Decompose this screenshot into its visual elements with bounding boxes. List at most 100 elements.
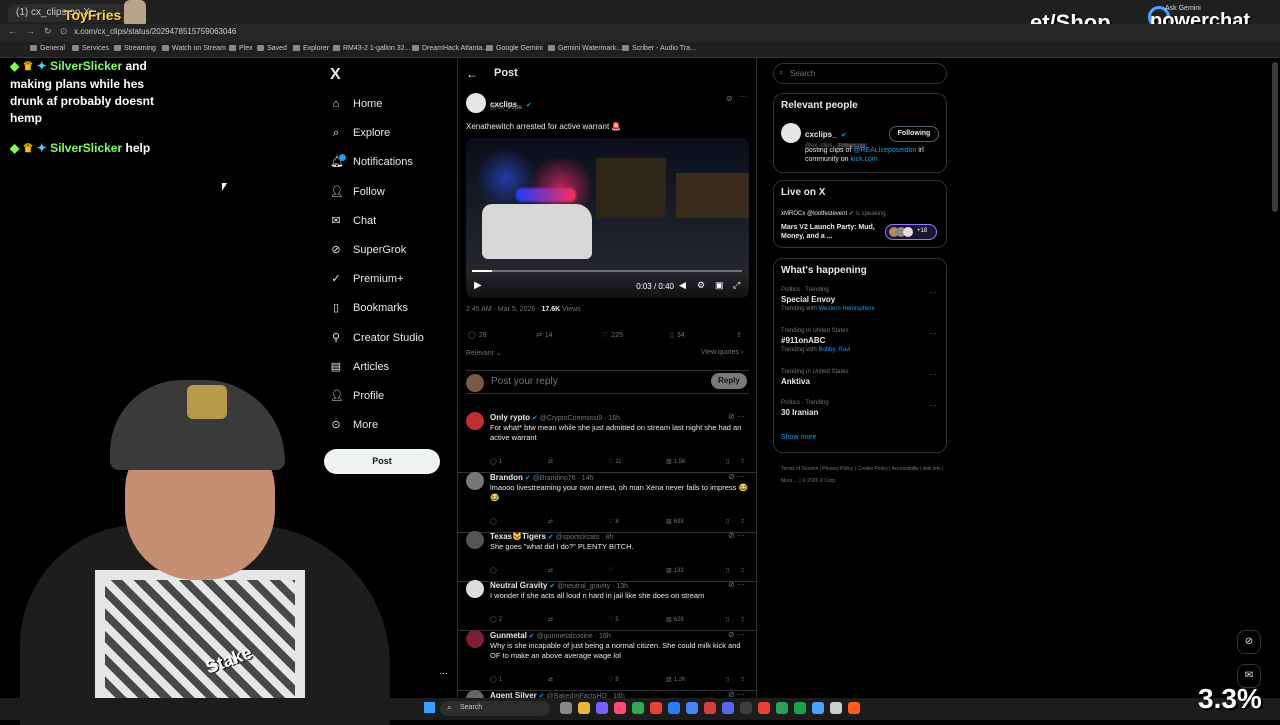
bookmark-item[interactable]: Saved	[257, 45, 287, 52]
nav-item-more[interactable]: ⊙ More	[330, 419, 378, 431]
trend-item[interactable]: Trending in United States Anktiva	[781, 369, 848, 386]
bookmark-item[interactable]: Plex	[229, 45, 253, 52]
search-input[interactable]: Search	[773, 63, 947, 84]
brave-icon[interactable]	[848, 702, 860, 714]
heart-action[interactable]: ♡	[608, 567, 615, 574]
reply-more-icon[interactable]: ⊘ ···	[728, 472, 745, 481]
reply-avatar[interactable]	[466, 531, 484, 549]
account-more-icon[interactable]: ···	[439, 668, 448, 678]
live-speakers[interactable]: xMROCx @lootfestevent ✔ is speaking	[781, 210, 886, 217]
footer-links[interactable]: Terms of Service | Privacy Policy | Cook…	[781, 463, 951, 487]
reply-button[interactable]: Reply	[711, 373, 747, 389]
bookmark-action[interactable]: ▯	[726, 676, 729, 683]
reply-header[interactable]: Neutral Gravity ✔ @neutral_gravity · 13h	[490, 581, 628, 590]
reply-header[interactable]: Gunmetal ✔ @gunmetalcosine · 16h	[490, 631, 611, 640]
share-action[interactable]: ⇪	[740, 567, 745, 574]
forward-icon[interactable]: →	[26, 26, 35, 36]
bio-mention-link[interactable]: @REALIceposeidon	[853, 147, 916, 154]
app-icon[interactable]	[776, 702, 788, 714]
share-action[interactable]: ⇪	[740, 676, 745, 683]
bookmark-item[interactable]: Watch on Stream	[162, 45, 226, 52]
nav-item-bookmarks[interactable]: ▯ Bookmarks	[330, 302, 408, 314]
bookmark-item[interactable]: Streaming	[114, 45, 156, 52]
heart-action[interactable]: ♡ 5	[608, 616, 619, 623]
reply-action[interactable]: ◯ 1	[490, 458, 502, 465]
repost-action[interactable]: ⇄	[548, 676, 555, 683]
reply-author-name[interactable]: Brandon	[490, 473, 523, 482]
back-icon[interactable]: ←	[8, 26, 17, 36]
bookmark-item[interactable]: Services	[72, 45, 109, 52]
trend-item[interactable]: Trending in United States #911onABC Trendi…	[781, 328, 850, 353]
app-icon[interactable]	[740, 702, 752, 714]
reply-action[interactable]: ◯ 28	[468, 331, 487, 340]
taskbar-search[interactable]: Search	[440, 701, 550, 716]
reply-more-icon[interactable]: ⊘ ···	[728, 531, 745, 540]
reply-avatar[interactable]	[466, 630, 484, 648]
volume-icon[interactable]: ◀	[679, 280, 686, 291]
like-action[interactable]: ♡ 225	[602, 331, 623, 340]
share-icon[interactable]: ⇪	[736, 331, 742, 339]
nav-item-explore[interactable]: ⌕ Explore	[330, 127, 390, 139]
app-icon[interactable]	[704, 702, 716, 714]
reply-input[interactable]: Post your reply	[491, 376, 558, 387]
nav-item-profile[interactable]: 👤︎ Profile	[330, 390, 384, 402]
reply-avatar[interactable]	[466, 580, 484, 598]
task-view-icon[interactable]	[560, 702, 572, 714]
app-icon[interactable]	[650, 702, 662, 714]
nav-item-supergrok[interactable]: ⊘ SuperGrok	[330, 244, 406, 256]
following-button[interactable]: Following	[889, 126, 939, 142]
author-avatar[interactable]	[466, 93, 486, 113]
trend-more-icon[interactable]: ···	[929, 329, 937, 338]
bookmark-action[interactable]: ▯	[726, 518, 729, 525]
video-progress-bar[interactable]	[472, 270, 742, 272]
repost-action[interactable]: ⇄ 14	[536, 331, 553, 340]
reply-author-name[interactable]: Gunmetal	[490, 631, 527, 640]
trend-item[interactable]: Politics · Trending Special Envoy Trending…	[781, 287, 875, 312]
app-icon[interactable]	[596, 702, 608, 714]
reply-avatar[interactable]	[466, 472, 484, 490]
heart-action[interactable]: ♡ 8	[608, 518, 619, 525]
nav-item-creator-studio[interactable]: ⚲ Creator Studio	[330, 332, 424, 344]
bookmark-item[interactable]: RM43-2 1-gallon 32...	[333, 45, 410, 52]
trend-more-icon[interactable]: ···	[929, 401, 937, 410]
views-action[interactable]: ▥ 1.2K	[666, 676, 686, 683]
bookmark-action[interactable]: ▯	[726, 567, 729, 574]
trend-item[interactable]: Politics · Trending 30 Iranian	[781, 400, 829, 417]
play-icon[interactable]: ▶	[474, 280, 482, 291]
relevant-person-avatar[interactable]	[781, 123, 801, 143]
author-handle[interactable]: @cx_clips	[490, 104, 522, 111]
share-action[interactable]: ⇪	[740, 616, 745, 623]
nav-item-chat[interactable]: ✉ Chat	[330, 215, 376, 227]
reply-author-name[interactable]: Texas😼Tigers	[490, 532, 546, 541]
more-options-icon[interactable]: ···	[739, 92, 747, 101]
show-more-link[interactable]: Show more	[781, 434, 816, 441]
reply-action[interactable]: ◯ 2	[490, 616, 502, 623]
reply-action[interactable]: ◯	[490, 518, 499, 525]
reply-header[interactable]: Brandon ✔ @Brandino76 · 14h	[490, 473, 593, 482]
scrollbar[interactable]	[1272, 62, 1278, 212]
views-action[interactable]: ▥ 638	[666, 518, 684, 525]
repost-action[interactable]: ⇄	[548, 518, 555, 525]
bookmark-item[interactable]: DreamHack Atlanta...	[412, 45, 488, 52]
app-icon[interactable]	[686, 702, 698, 714]
bookmark-item[interactable]: Google Gemini	[486, 45, 543, 52]
url-field[interactable]: x.com/cx_clips/status/202947851575906304…	[74, 27, 674, 39]
reply-header[interactable]: Texas😼Tigers ✔ @sportsXcats · 8h	[490, 532, 613, 541]
trend-sub-link[interactable]: Western Hemisphere	[818, 306, 874, 312]
reply-header[interactable]: Only rypto ✔ @CryptoCommissi9 · 16h	[490, 413, 620, 422]
my-avatar[interactable]	[466, 374, 484, 392]
pip-icon[interactable]: ▣	[715, 280, 724, 291]
reload-icon[interactable]: ↻	[44, 26, 52, 37]
bookmark-action[interactable]: ▯	[726, 616, 729, 623]
nav-item-follow[interactable]: 👤︎ Follow	[330, 186, 385, 198]
bookmark-item[interactable]: General	[30, 45, 65, 52]
sort-relevant[interactable]: Relevant ⌄	[466, 349, 501, 357]
reply-more-icon[interactable]: ⊘ ···	[728, 412, 745, 421]
app-icon[interactable]	[614, 702, 626, 714]
site-info-icon[interactable]: ⊙	[60, 26, 68, 37]
repost-action[interactable]: ⇄	[548, 616, 555, 623]
chrome-icon[interactable]	[632, 702, 644, 714]
reply-more-icon[interactable]: ⊘ ···	[728, 580, 745, 589]
nav-item-articles[interactable]: ▤ Articles	[330, 361, 389, 373]
repost-action[interactable]: ⇄	[548, 567, 555, 574]
